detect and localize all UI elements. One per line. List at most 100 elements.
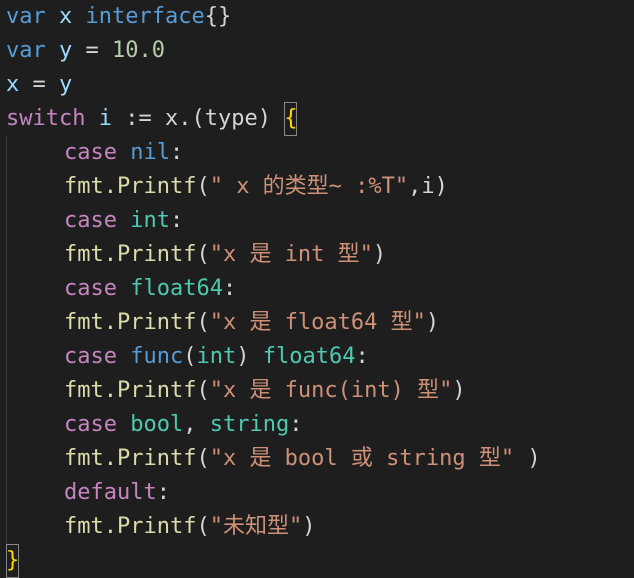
colon: : [289, 412, 303, 437]
code-line-13[interactable]: case bool, string: [0, 408, 634, 442]
keyword-func: func [130, 344, 184, 369]
brace-open: { [284, 102, 298, 136]
code-line-15[interactable]: default: [0, 476, 634, 510]
string-literal: "x 是 bool 或 string 型" [209, 446, 515, 471]
code-line-14[interactable]: fmt.Printf("x 是 bool 或 string 型" ) [0, 442, 634, 476]
paren-close: ) [302, 514, 316, 539]
colon: : [169, 208, 184, 233]
identifier-y: y [59, 38, 73, 63]
function-call: fmt.Printf [64, 378, 197, 403]
type-int: int [130, 208, 170, 233]
code-line-2[interactable]: var y = 10.0 [0, 34, 634, 68]
keyword-type: type [204, 106, 258, 131]
keyword-case: case [64, 140, 117, 165]
nil-literal: nil [130, 140, 170, 165]
code-line-4[interactable]: switch i := x.(type) { [0, 102, 634, 136]
type-int: int [196, 344, 237, 369]
code-editor[interactable]: var x interface{} var y = 10.0 x = y swi… [0, 0, 634, 578]
type-interface: interface [85, 4, 205, 29]
paren-open: ( [196, 174, 210, 199]
code-line-7[interactable]: case int: [0, 204, 634, 238]
code-line-10[interactable]: fmt.Printf("x 是 float64 型") [0, 306, 634, 340]
code-line-17[interactable]: } [0, 544, 634, 578]
type-float64: float64 [262, 344, 356, 369]
keyword-switch: switch [6, 106, 86, 131]
paren-open: ( [196, 514, 210, 539]
paren-close: ) [452, 378, 466, 403]
define-operator: := [111, 106, 165, 131]
identifier-x: x [59, 4, 73, 29]
code-line-9[interactable]: case float64: [0, 272, 634, 306]
code-line-12[interactable]: fmt.Printf("x 是 func(int) 型") [0, 374, 634, 408]
function-call: fmt.Printf [64, 242, 197, 267]
code-line-6[interactable]: fmt.Printf(" x 的类型~ :%T" ,i) [0, 170, 634, 204]
paren-close: ) [257, 106, 271, 131]
paren-open: ( [196, 378, 210, 403]
colon: : [156, 480, 170, 505]
keyword-case: case [64, 344, 117, 369]
keyword-case: case [64, 208, 117, 233]
paren-close: ) [372, 242, 387, 267]
assign-operator: = [19, 72, 59, 97]
string-literal: " x 的类型~ :%T" [209, 174, 409, 199]
paren-close: ) [236, 344, 250, 369]
colon: : [169, 140, 184, 165]
identifier-y: y [59, 72, 73, 97]
code-line-11[interactable]: case func(int) float64: [0, 340, 634, 374]
identifier-x: x [6, 72, 20, 97]
keyword-case: case [64, 412, 117, 437]
paren-close: ) [514, 446, 541, 471]
code-line-3[interactable]: x = y [0, 68, 634, 102]
colon: : [355, 344, 369, 369]
paren-open: ( [196, 446, 210, 471]
function-call: fmt.Printf [64, 514, 197, 539]
keyword-case: case [64, 276, 117, 301]
colon: : [222, 276, 237, 301]
keyword-default: default [64, 480, 157, 505]
type-bool: bool [130, 412, 184, 437]
string-literal: "x 是 int 型" [209, 242, 373, 267]
code-line-16[interactable]: fmt.Printf("未知型") [0, 510, 634, 544]
code-line-1[interactable]: var x interface{} [0, 0, 634, 34]
type-float64: float64 [130, 276, 223, 301]
code-line-5[interactable]: case nil: [0, 136, 634, 170]
string-literal: "x 是 float64 型" [209, 310, 426, 335]
function-call: fmt.Printf [64, 174, 197, 199]
function-call: fmt.Printf [64, 446, 197, 471]
comma: , [183, 412, 210, 437]
paren-open: ( [183, 344, 197, 369]
keyword-var: var [6, 38, 46, 63]
number-literal: 10.0 [112, 38, 165, 63]
assign-operator: = [72, 38, 112, 63]
keyword-var: var [6, 4, 46, 29]
string-literal: "未知型" [209, 514, 303, 539]
paren-open: ( [196, 242, 210, 267]
code-line-8[interactable]: fmt.Printf("x 是 int 型") [0, 238, 634, 272]
brace-close: } [6, 544, 20, 578]
call-args-rest: ,i) [408, 174, 448, 199]
type-assert-expr: x.( [164, 106, 205, 131]
braces: {} [204, 4, 232, 29]
